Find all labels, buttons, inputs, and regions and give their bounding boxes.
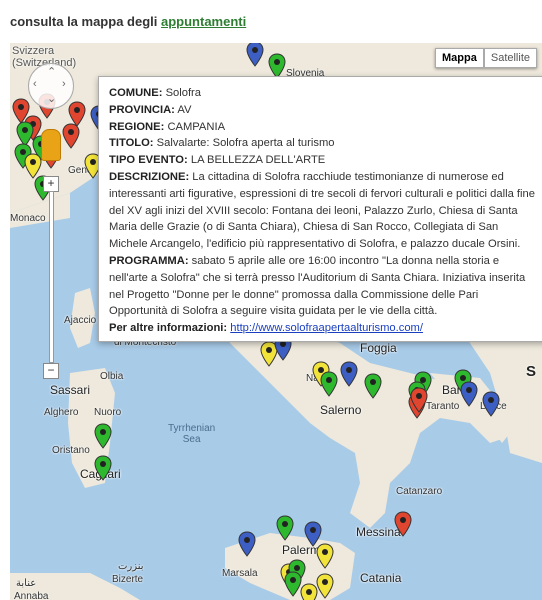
info-link-label: Per altre informazioni: <box>109 322 228 335</box>
info-link-row: Per altre informazioni: http://www.solof… <box>109 320 537 337</box>
info-regione-label: REGIONE: <box>109 120 165 133</box>
map-marker[interactable] <box>62 123 80 149</box>
label-sassari: Sassari <box>50 383 91 397</box>
map-type-control: Mappa Satellite <box>435 48 537 68</box>
map-marker[interactable] <box>460 381 478 407</box>
info-programma-row: PROGRAMMA: sabato 5 aprile alle ore 16:0… <box>109 253 537 320</box>
map-marker[interactable] <box>320 371 338 397</box>
info-titolo-row: TITOLO: Salvalarte: Solofra aperta al tu… <box>109 135 537 152</box>
info-titolo-value: Salvalarte: Solofra aperta al turismo <box>156 137 335 150</box>
map-marker[interactable] <box>410 387 428 413</box>
zoom-in-button[interactable]: + <box>43 176 59 192</box>
map-marker[interactable] <box>300 583 318 600</box>
label-foggia: Foggia <box>360 341 397 355</box>
map-marker[interactable] <box>316 543 334 569</box>
label-bizerte-ar: بنزرت <box>118 561 144 572</box>
info-provincia-value: AV <box>177 103 192 116</box>
map-marker[interactable] <box>276 515 294 541</box>
map-marker[interactable] <box>238 531 256 557</box>
info-regione-row: REGIONE: CAMPANIA <box>109 119 537 136</box>
label-salerno: Salerno <box>320 403 362 417</box>
page-heading: consulta la mappa degli appuntamenti <box>10 14 246 29</box>
info-regione-value: CAMPANIA <box>167 120 226 133</box>
pan-up-icon[interactable]: ⌃ <box>47 65 56 78</box>
label-tyrrhenian-sea: Tyrrhenian Sea <box>168 423 216 445</box>
pan-right-icon[interactable]: › <box>62 78 66 90</box>
pan-control[interactable]: ⌃ ⌄ ‹ › <box>28 63 74 109</box>
info-programma-label: PROGRAMMA: <box>109 254 189 267</box>
zoom-out-button[interactable]: − <box>43 363 59 379</box>
label-bizerte: Bizerte <box>112 574 144 585</box>
map-marker[interactable] <box>340 361 358 387</box>
label-taranto: Taranto <box>426 401 460 412</box>
map-marker[interactable] <box>394 511 412 537</box>
info-titolo-label: TITOLO: <box>109 137 154 150</box>
info-provincia-label: PROVINCIA: <box>109 103 175 116</box>
label-catanzaro: Catanzaro <box>396 486 443 497</box>
pan-down-icon[interactable]: ⌄ <box>47 92 56 105</box>
events-map[interactable]: Svizzera (Switzerland) Slovenia Geno Mon… <box>10 43 542 600</box>
label-catania: Catania <box>360 571 402 585</box>
info-descrizione-row: DESCRIZIONE: La cittadina di Solofra rac… <box>109 169 537 253</box>
info-website-link[interactable]: http://www.solofraapertaalturismo.com/ <box>230 322 423 334</box>
label-serbia-partial: S <box>526 363 537 380</box>
map-marker[interactable] <box>246 43 264 67</box>
heading-prefix: consulta la mappa degli <box>10 14 158 29</box>
info-tipo-row: TIPO EVENTO: LA BELLEZZA DELL'ARTE <box>109 152 537 169</box>
street-view-pegman-icon[interactable] <box>41 129 61 161</box>
label-olbia: Olbia <box>100 371 124 382</box>
info-tipo-value: LA BELLEZZA DELL'ARTE <box>190 154 326 167</box>
map-marker[interactable] <box>364 373 382 399</box>
label-nuoro: Nuoro <box>94 407 122 418</box>
info-tipo-label: TIPO EVENTO: <box>109 154 188 167</box>
info-comune-row: COMUNE: Solofra <box>109 85 537 102</box>
map-marker[interactable] <box>316 573 334 599</box>
appuntamenti-link[interactable]: appuntamenti <box>161 14 246 29</box>
map-type-satellite-button[interactable]: Satellite <box>483 48 537 68</box>
info-provincia-row: PROVINCIA: AV <box>109 102 537 119</box>
label-monaco: Monaco <box>10 213 46 224</box>
map-type-mappa-button[interactable]: Mappa <box>435 48 484 68</box>
map-marker[interactable] <box>482 391 500 417</box>
label-annaba-ar: عنابة <box>16 578 37 589</box>
pan-left-icon[interactable]: ‹ <box>33 78 37 90</box>
label-marsala: Marsala <box>222 568 258 579</box>
zoom-slider-track[interactable] <box>49 191 54 363</box>
label-ajaccio: Ajaccio <box>64 315 97 326</box>
info-comune-value: Solofra <box>165 87 202 99</box>
label-alghero: Alghero <box>44 407 79 418</box>
info-descrizione-label: DESCRIZIONE: <box>109 170 190 183</box>
label-annaba: Annaba <box>14 591 49 600</box>
event-info-window: COMUNE: Solofra PROVINCIA: AV REGIONE: C… <box>98 76 542 342</box>
map-marker[interactable] <box>94 423 112 449</box>
map-marker[interactable] <box>94 455 112 481</box>
info-comune-label: COMUNE: <box>109 87 163 99</box>
label-oristano: Oristano <box>52 445 90 456</box>
